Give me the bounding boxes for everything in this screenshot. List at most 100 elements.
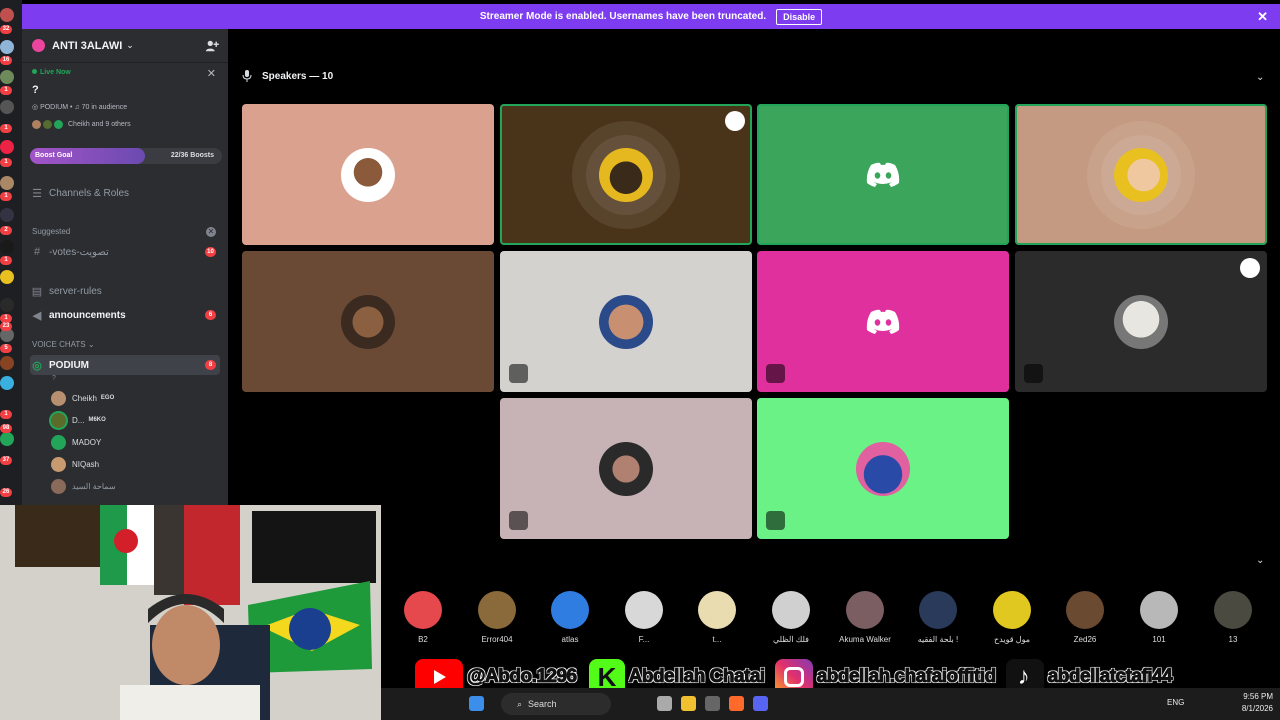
rail-badge: 23 bbox=[0, 322, 12, 331]
server-icon[interactable] bbox=[0, 432, 14, 446]
server-icon[interactable] bbox=[0, 240, 14, 254]
audience-member[interactable]: 13 bbox=[1203, 591, 1263, 644]
live-dot-icon bbox=[32, 69, 37, 74]
server-icon[interactable] bbox=[0, 270, 14, 284]
audience-member[interactable]: Error404 bbox=[467, 591, 527, 644]
audience-member[interactable]: Zed26 bbox=[1055, 591, 1115, 644]
discord-taskbar-icon[interactable] bbox=[753, 696, 768, 711]
live-stage-card[interactable]: Live Now ✕ ? ◎ PODIUM • ♫ 70 in audience… bbox=[26, 65, 224, 137]
avatar bbox=[993, 591, 1031, 629]
rail-badge: 98 bbox=[0, 424, 12, 433]
server-icon[interactable] bbox=[0, 70, 14, 84]
channel-sidebar: ANTI 3ALAWI ⌄ Live Now ✕ ? ◎ PODIUM • ♫ … bbox=[22, 29, 228, 505]
avatar bbox=[1066, 591, 1104, 629]
audience-member[interactable]: Akuma Walker bbox=[835, 591, 895, 644]
voice-chats-label[interactable]: VOICE CHATS ⌄ bbox=[32, 340, 95, 349]
speaker-tile[interactable] bbox=[757, 104, 1009, 245]
voice-member[interactable]: NIQash bbox=[51, 455, 99, 473]
avatar bbox=[478, 591, 516, 629]
speaker-tile[interactable] bbox=[500, 251, 752, 392]
close-icon[interactable]: ✕ bbox=[207, 67, 216, 80]
channel-votes[interactable]: # -votes-تصويت 10 bbox=[30, 242, 220, 262]
speaker-tile[interactable] bbox=[1015, 104, 1267, 245]
audience-member[interactable]: B2 bbox=[393, 591, 453, 644]
disable-button[interactable]: Disable bbox=[776, 8, 823, 25]
boost-goal-bar[interactable]: Boost Goal 22/36 Boosts bbox=[30, 148, 222, 164]
server-icon[interactable] bbox=[0, 140, 14, 154]
rail-badge: 1 bbox=[0, 192, 12, 201]
speaker-tile[interactable] bbox=[500, 398, 752, 539]
unread-badge: 10 bbox=[205, 247, 216, 257]
audience-member[interactable]: atlas bbox=[540, 591, 600, 644]
close-icon[interactable]: ✕ bbox=[206, 227, 216, 237]
channel-label: -votes-تصويت bbox=[49, 246, 109, 258]
windows-start-icon[interactable] bbox=[469, 696, 484, 711]
server-icon[interactable] bbox=[0, 356, 14, 370]
audience-name: B2 bbox=[418, 635, 428, 644]
server-icon[interactable] bbox=[0, 298, 14, 312]
language-indicator[interactable]: ENG bbox=[1167, 698, 1184, 707]
avatar bbox=[1214, 591, 1252, 629]
audience-name: F... bbox=[638, 635, 650, 644]
audience-member[interactable]: F... bbox=[614, 591, 674, 644]
file-explorer-icon[interactable] bbox=[681, 696, 696, 711]
moderator-badge-icon bbox=[725, 111, 745, 131]
speaker-tile[interactable] bbox=[242, 104, 494, 245]
member-tag: EGO bbox=[100, 395, 115, 401]
chevron-down-icon[interactable]: ⌄ bbox=[1256, 555, 1264, 566]
speaker-tile[interactable] bbox=[757, 251, 1009, 392]
audience-member[interactable]: t... bbox=[687, 591, 747, 644]
voice-member[interactable]: MADOY bbox=[51, 433, 101, 451]
unread-badge: 8 bbox=[205, 360, 216, 370]
audience-name: Zed26 bbox=[1073, 635, 1097, 644]
invite-people-icon[interactable] bbox=[205, 39, 219, 53]
channel-announcements[interactable]: ◀ announcements 6 bbox=[30, 305, 220, 325]
instagram-glyph bbox=[783, 667, 804, 687]
avatar bbox=[341, 147, 395, 202]
channel-podium[interactable]: ◎ PODIUM 8 bbox=[30, 355, 220, 375]
audience-member[interactable]: مول قويدح bbox=[982, 591, 1042, 644]
rail-badge: 26 bbox=[0, 488, 12, 497]
server-icon[interactable] bbox=[0, 208, 14, 222]
avatar bbox=[1114, 147, 1168, 202]
server-icon[interactable] bbox=[0, 376, 14, 390]
speaker-tile[interactable] bbox=[500, 104, 752, 245]
microphone-icon bbox=[242, 70, 252, 82]
task-view-icon[interactable] bbox=[657, 696, 672, 711]
server-header[interactable]: ANTI 3ALAWI ⌄ bbox=[22, 29, 228, 63]
time: 9:56 PM bbox=[1243, 692, 1273, 701]
voice-member[interactable]: D... M6KO bbox=[51, 411, 106, 429]
channel-server-rules[interactable]: ▤ server-rules bbox=[30, 281, 220, 301]
speaker-tile[interactable] bbox=[1015, 251, 1267, 392]
discord-icon bbox=[866, 309, 900, 334]
app-icon[interactable] bbox=[705, 696, 720, 711]
audience-name: مول قويدح bbox=[994, 635, 1030, 644]
chevron-down-icon: ⌄ bbox=[87, 340, 95, 349]
server-icon[interactable] bbox=[0, 40, 14, 54]
taskbar-search[interactable]: ⌕ Search bbox=[501, 693, 611, 715]
close-icon[interactable]: ✕ bbox=[1257, 9, 1268, 25]
voice-member[interactable]: سماحة السيد bbox=[51, 477, 116, 495]
avatar bbox=[856, 441, 910, 496]
channels-roles-link[interactable]: ☰ Channels & Roles bbox=[30, 183, 220, 203]
server-icon[interactable] bbox=[0, 100, 14, 114]
server-icon[interactable] bbox=[0, 8, 14, 22]
server-icon[interactable] bbox=[0, 176, 14, 190]
stage-topic: ? bbox=[52, 375, 56, 382]
mic-muted-icon bbox=[509, 511, 528, 530]
browser-icon[interactable] bbox=[729, 696, 744, 711]
audience-member[interactable]: بلحة الفقيه ! bbox=[908, 591, 968, 644]
stage-icon: ◎ bbox=[32, 359, 42, 372]
audience-name: 101 bbox=[1152, 635, 1166, 644]
boost-label: Boost Goal bbox=[35, 152, 73, 159]
windows-taskbar: ⌕ Search ENG 9:56 PM 8/1/2026 bbox=[381, 688, 1280, 720]
clock[interactable]: 9:56 PM 8/1/2026 bbox=[1233, 691, 1273, 715]
voice-member[interactable]: Cheikh EGO bbox=[51, 389, 114, 407]
audience-member[interactable]: فلك الظلي bbox=[761, 591, 821, 644]
speaker-tile[interactable] bbox=[757, 398, 1009, 539]
speaker-tile[interactable] bbox=[242, 251, 494, 392]
audience-member[interactable]: 101 bbox=[1129, 591, 1189, 644]
chevron-down-icon[interactable]: ⌄ bbox=[1256, 72, 1264, 83]
rail-badge: 1 bbox=[0, 256, 12, 265]
rail-badge: 2 bbox=[0, 226, 12, 235]
